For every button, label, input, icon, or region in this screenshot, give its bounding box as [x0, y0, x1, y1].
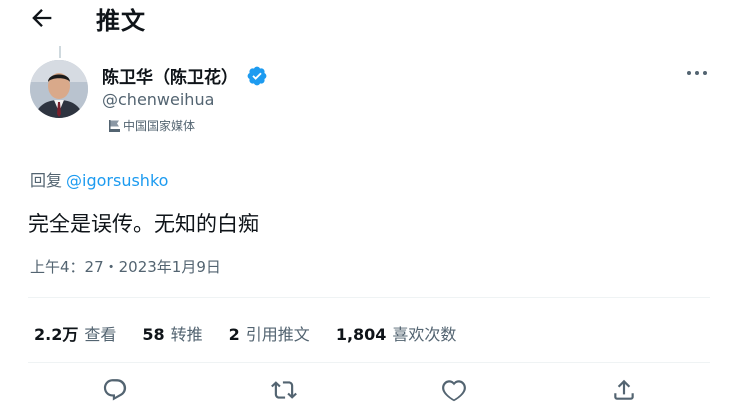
- likes-stat[interactable]: 1,804 喜欢次数: [336, 321, 457, 345]
- stat-label: 转推: [170, 325, 203, 344]
- author-name-row: 陈卫华（陈卫花）: [102, 63, 268, 88]
- top-bar: 推文: [0, 0, 736, 40]
- reply-icon[interactable]: [102, 377, 130, 405]
- retweet-icon[interactable]: [271, 377, 299, 405]
- stat-label: 查看: [84, 325, 117, 344]
- affiliation-label: 中国国家媒体: [123, 119, 196, 133]
- stat-value: 2.2万: [34, 325, 79, 344]
- reply-to-mention-link[interactable]: @igorsushko: [66, 171, 168, 190]
- page-title: 推文: [96, 7, 146, 35]
- thread-connector-line: [59, 46, 61, 58]
- divider: [28, 362, 710, 363]
- author-display-name[interactable]: 陈卫华（陈卫花）: [102, 63, 238, 88]
- stat-value: 2: [228, 325, 240, 344]
- tweet-text: 完全是误传。无知的白痴: [28, 212, 259, 236]
- like-icon[interactable]: [441, 377, 469, 405]
- share-icon[interactable]: [611, 377, 639, 405]
- stat-value: 58: [142, 325, 165, 344]
- views-stat[interactable]: 2.2万 查看: [34, 321, 116, 345]
- state-media-label[interactable]: 中国国家媒体: [108, 117, 195, 134]
- engagement-stats: 2.2万 查看 58 转推 2 引用推文 1,804 喜欢次数: [34, 321, 482, 345]
- avatar[interactable]: [30, 60, 88, 118]
- tweet-timestamp[interactable]: 上午4：27・2023年1月9日: [30, 256, 221, 277]
- more-options-icon[interactable]: [684, 64, 710, 82]
- stat-label: 喜欢次数: [392, 325, 457, 344]
- author-handle[interactable]: @chenweihua: [102, 90, 214, 109]
- verified-badge-icon: [246, 65, 268, 87]
- stat-label: 引用推文: [245, 325, 310, 344]
- divider: [28, 297, 710, 298]
- quote-tweets-stat[interactable]: 2 引用推文: [229, 321, 310, 345]
- retweets-stat[interactable]: 58 转推: [142, 321, 202, 345]
- back-arrow-icon[interactable]: [28, 4, 56, 32]
- stat-value: 1,804: [335, 325, 387, 344]
- flag-icon: [108, 119, 121, 133]
- reply-prefix: 回复: [30, 171, 63, 190]
- replying-to: 回复 @igorsushko: [30, 167, 168, 191]
